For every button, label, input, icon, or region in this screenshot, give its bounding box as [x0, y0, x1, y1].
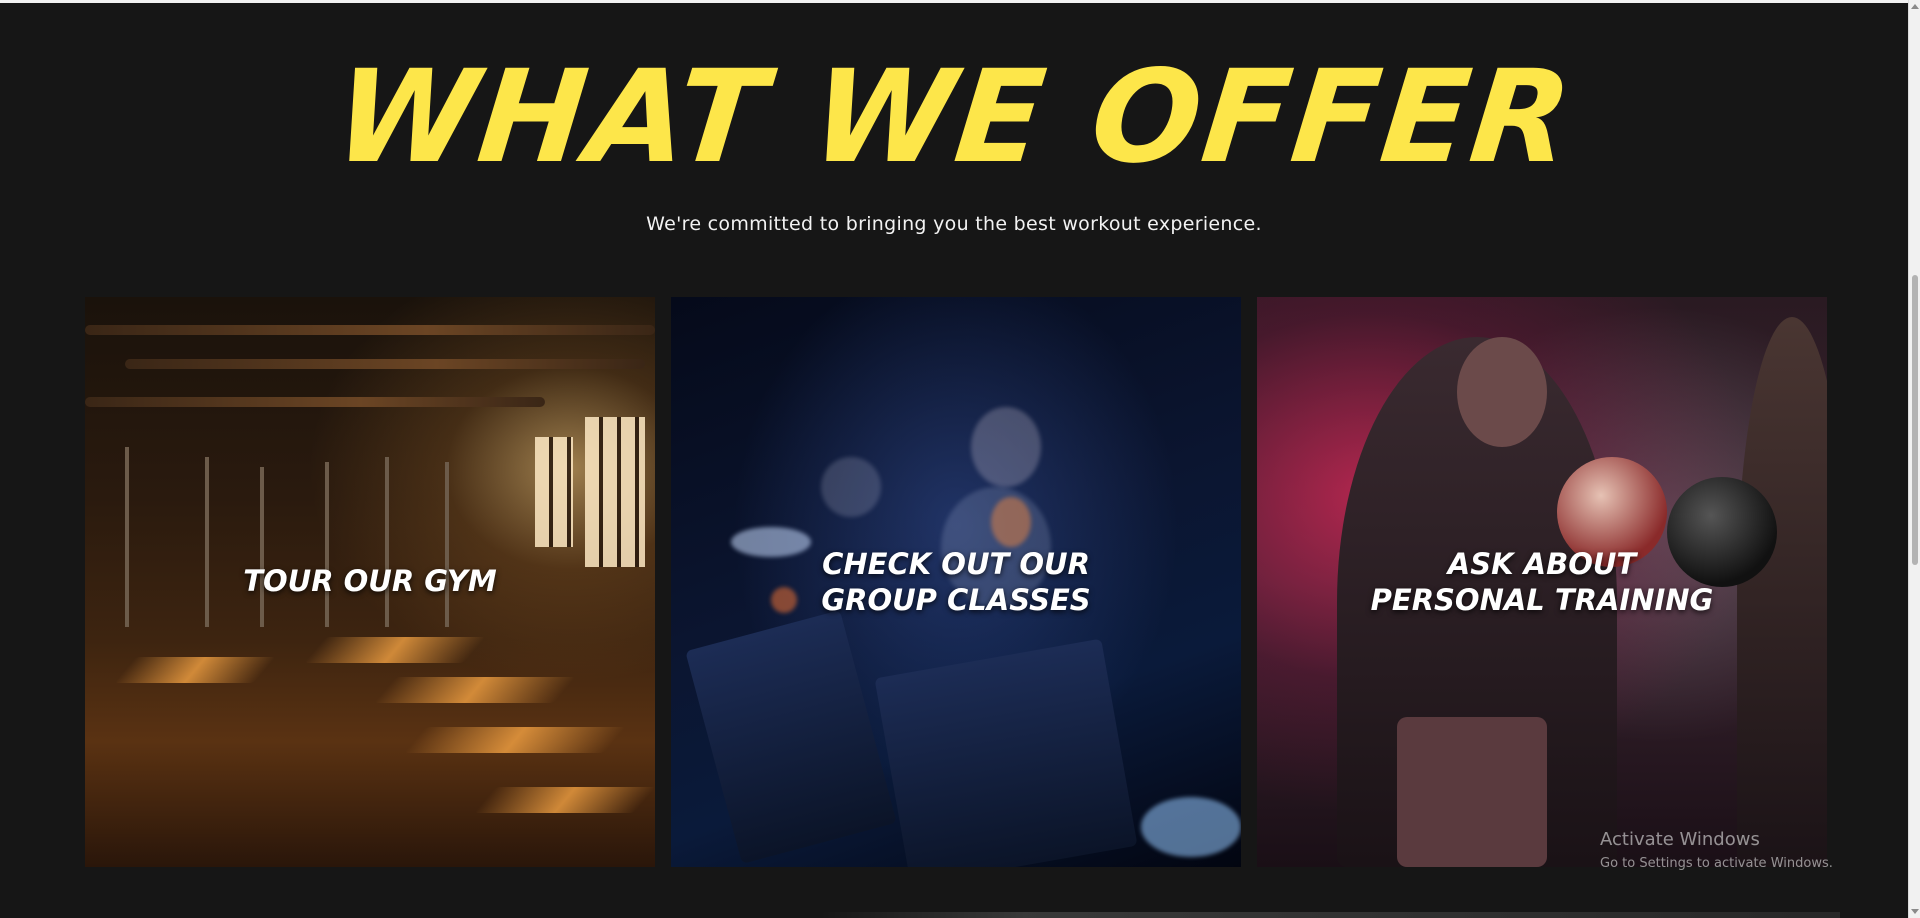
vertical-scrollbar[interactable]: [1908, 0, 1920, 918]
floor-sunlight: [374, 677, 576, 703]
face: [1457, 337, 1547, 447]
rider-highlight: [821, 457, 881, 517]
floor-sunlight: [114, 657, 276, 683]
torso: [1397, 717, 1547, 867]
window: [585, 417, 645, 567]
card-title: ASK ABOUT PERSONAL TRAINING: [1370, 547, 1714, 617]
offer-cards: TOUR OUR GYM CHECK OUT OUR GROUP CLASSES: [85, 297, 1827, 867]
windows-activation-watermark: Activate Windows Go to Settings to activ…: [1600, 829, 1833, 873]
rack-post: [385, 457, 389, 627]
rack-post: [325, 462, 329, 627]
card-group-classes[interactable]: CHECK OUT OUR GROUP CLASSES: [671, 297, 1241, 867]
orange-accent: [991, 497, 1031, 547]
floor-sunlight: [304, 637, 486, 663]
ceiling-beam: [85, 325, 655, 335]
ceiling-beam: [125, 359, 645, 369]
rack-post: [125, 447, 129, 627]
rider-highlight: [971, 407, 1041, 487]
rack-post: [445, 462, 449, 627]
card-personal-training[interactable]: ASK ABOUT PERSONAL TRAINING: [1257, 297, 1827, 867]
floor-sunlight: [474, 787, 655, 813]
next-section-edge: [820, 912, 1840, 918]
bike-frame: [874, 638, 1138, 867]
bike-frame: [685, 610, 897, 864]
watermark-subtitle: Go to Settings to activate Windows.: [1600, 856, 1833, 871]
scroll-down-icon[interactable]: [1911, 909, 1919, 914]
section-headline: WHAT WE OFFER: [328, 43, 1580, 192]
rack-post: [205, 457, 209, 627]
card-tour-gym[interactable]: TOUR OUR GYM: [85, 297, 655, 867]
floor-sunlight: [404, 727, 626, 753]
section-subtitle: We're committed to bringing you the best…: [646, 213, 1262, 235]
browser-top-edge: [0, 0, 1920, 3]
page: WHAT WE OFFER We're committed to bringin…: [0, 0, 1920, 918]
card-title: CHECK OUT OUR GROUP CLASSES: [821, 547, 1091, 617]
rack-post: [260, 467, 264, 627]
scroll-up-icon[interactable]: [1911, 4, 1919, 9]
towel-glow: [1141, 797, 1241, 857]
scrollbar-thumb[interactable]: [1912, 275, 1918, 565]
window: [535, 437, 573, 547]
ceiling-beam: [85, 397, 545, 407]
watermark-title: Activate Windows: [1600, 829, 1760, 850]
card-title: TOUR OUR GYM: [243, 564, 497, 598]
